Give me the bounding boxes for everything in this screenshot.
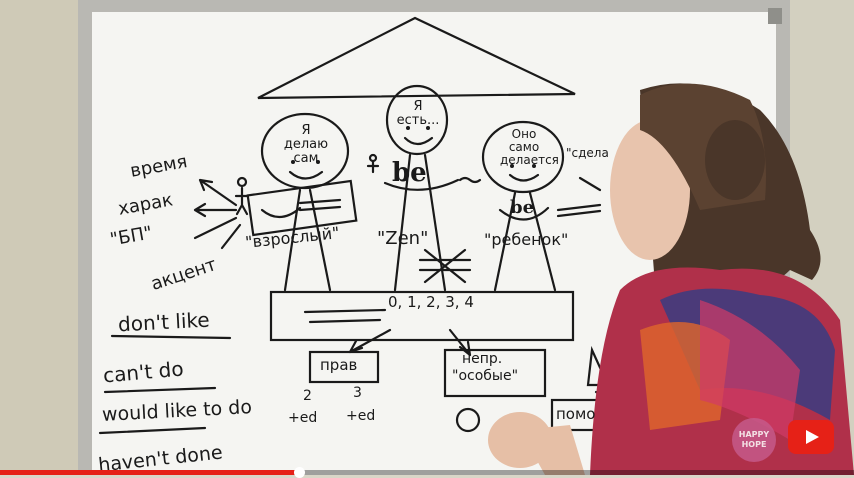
phrase-dont-like: don't like bbox=[117, 307, 211, 337]
role-child: "ребенок" bbox=[484, 230, 569, 249]
box-nepr-label-2: "особые" bbox=[452, 368, 519, 384]
left-list-4: акцент bbox=[148, 254, 220, 295]
left-list-2: харак bbox=[116, 189, 175, 220]
hat-label-extra: "сдела bbox=[566, 146, 609, 160]
box-nepr-label-1: непр. bbox=[462, 351, 503, 367]
form-ed-1: +ed bbox=[288, 410, 318, 426]
play-icon bbox=[806, 430, 819, 444]
youtube-play-button[interactable] bbox=[788, 420, 834, 454]
video-scrubber-handle[interactable] bbox=[293, 467, 305, 478]
form-3: 3 bbox=[353, 385, 362, 401]
role-zen: "Zen" bbox=[377, 228, 429, 249]
box-prav-label: прав bbox=[320, 356, 358, 374]
video-progress-fill bbox=[0, 470, 299, 475]
left-list-3: "БП" bbox=[108, 222, 154, 251]
hat-label-right: Оно само делается bbox=[500, 127, 559, 167]
video-progress-bar[interactable] bbox=[0, 467, 854, 478]
hat-label-left: Я делаю сам bbox=[283, 123, 329, 166]
form-ed-2: +ed bbox=[346, 408, 376, 424]
right-be: be bbox=[510, 197, 535, 218]
board-text-layer: Я делаю сам Я есть... Оно само делается … bbox=[0, 0, 854, 477]
phrase-would-like: would like to do bbox=[101, 396, 253, 426]
role-adult: "взрослый" bbox=[244, 223, 341, 252]
form-2: 2 bbox=[303, 388, 312, 404]
left-list-1: время bbox=[128, 151, 189, 182]
hat-label-center: Я есть... bbox=[396, 99, 440, 128]
scale-numbers: 0, 1, 2, 3, 4 bbox=[388, 293, 474, 311]
phrase-cant-do: can't do bbox=[102, 356, 185, 388]
help-word: помо bbox=[556, 405, 596, 423]
channel-logo: HAPPY HOPE bbox=[732, 418, 776, 462]
center-be: be bbox=[392, 158, 427, 188]
